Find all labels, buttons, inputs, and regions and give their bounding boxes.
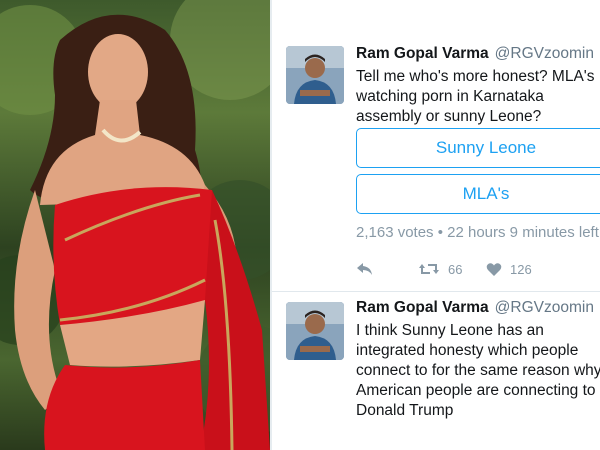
reply-icon [357, 263, 372, 275]
avatar[interactable] [286, 46, 344, 104]
avatar-image [286, 302, 344, 360]
display-name[interactable]: Ram Gopal Varma [356, 299, 489, 316]
display-name[interactable]: Ram Gopal Varma [356, 45, 489, 62]
poll-option-mlas[interactable]: MLA's [356, 174, 600, 214]
retweet-count: 66 [448, 261, 463, 277]
tweet: Ram Gopal Varma @RGVzoomin Tell me who's … [272, 0, 600, 292]
tweets-panel: Ram Gopal Varma @RGVzoomin Tell me who's … [272, 0, 600, 450]
retweet-button[interactable]: 66 [418, 258, 462, 280]
portrait-photo [0, 0, 270, 450]
user-handle[interactable]: @RGVzoomin [495, 299, 594, 316]
poll-option-sunny-leone[interactable]: Sunny Leone [356, 128, 600, 168]
avatar-image [286, 46, 344, 104]
heart-icon [486, 262, 502, 276]
like-button[interactable]: 126 [486, 258, 532, 280]
portrait-illustration [0, 0, 270, 450]
poll-meta: 2,163 votes • 22 hours 9 minutes left [356, 224, 599, 241]
tweet-text: Tell me who's more honest? MLA's watchin… [356, 68, 595, 125]
tweet-header: Ram Gopal Varma @RGVzoomin [356, 299, 594, 317]
tweet-text: I think Sunny Leone has an integrated ho… [356, 322, 600, 419]
reply-button[interactable] [356, 258, 374, 280]
user-handle[interactable]: @RGVzoomin [495, 45, 594, 62]
tweet-actions: 66 126 [356, 258, 596, 280]
like-count: 126 [510, 261, 532, 277]
tweet: Ram Gopal Varma @RGVzoomin I think Sunny … [272, 292, 600, 450]
avatar[interactable] [286, 302, 344, 360]
retweet-icon [419, 264, 439, 274]
tweet-header: Ram Gopal Varma @RGVzoomin [356, 45, 594, 63]
